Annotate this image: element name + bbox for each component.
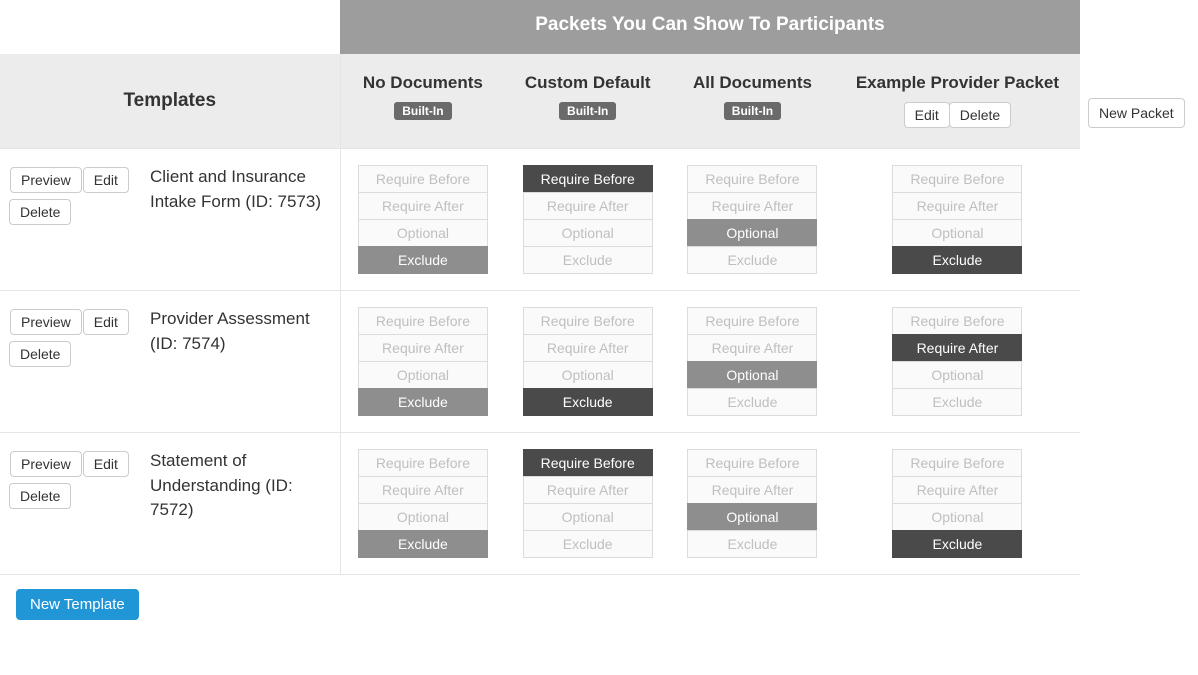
option-require-before[interactable]: Require Before bbox=[523, 307, 653, 335]
option-exclude[interactable]: Exclude bbox=[358, 388, 488, 416]
option-require-before[interactable]: Require Before bbox=[687, 449, 817, 477]
option-require-before[interactable]: Require Before bbox=[687, 307, 817, 335]
option-optional[interactable]: Optional bbox=[687, 503, 817, 531]
template-title: Provider Assessment (ID: 7574) bbox=[140, 291, 340, 433]
template-row: PreviewEdit Delete Client and Insurance In… bbox=[0, 149, 1080, 291]
option-exclude[interactable]: Exclude bbox=[687, 388, 817, 416]
option-require-before[interactable]: Require Before bbox=[523, 449, 653, 477]
packet-header: All Documents Built-In bbox=[670, 54, 835, 149]
template-title: Statement of Understanding (ID: 7572) bbox=[140, 433, 340, 575]
option-exclude[interactable]: Exclude bbox=[523, 388, 653, 416]
template-title: Client and Insurance Intake Form (ID: 75… bbox=[140, 149, 340, 291]
option-require-after[interactable]: Require After bbox=[892, 476, 1022, 504]
packet-header: No Documents Built-In bbox=[340, 54, 505, 149]
packet-title: All Documents bbox=[680, 72, 825, 94]
option-exclude[interactable]: Exclude bbox=[892, 246, 1022, 274]
option-require-before[interactable]: Require Before bbox=[892, 307, 1022, 335]
packet-title: No Documents bbox=[351, 72, 496, 94]
delete-button[interactable]: Delete bbox=[9, 341, 71, 367]
option-optional[interactable]: Optional bbox=[892, 503, 1022, 531]
option-exclude[interactable]: Exclude bbox=[687, 530, 817, 558]
option-require-after[interactable]: Require After bbox=[687, 192, 817, 220]
option-require-before[interactable]: Require Before bbox=[892, 449, 1022, 477]
option-require-after[interactable]: Require After bbox=[523, 192, 653, 220]
builtin-badge: Built-In bbox=[394, 102, 451, 120]
option-exclude[interactable]: Exclude bbox=[523, 530, 653, 558]
builtin-badge: Built-In bbox=[724, 102, 781, 120]
option-require-after[interactable]: Require After bbox=[358, 334, 488, 362]
option-exclude[interactable]: Exclude bbox=[358, 246, 488, 274]
option-require-after[interactable]: Require After bbox=[523, 476, 653, 504]
builtin-badge: Built-In bbox=[559, 102, 616, 120]
option-optional[interactable]: Optional bbox=[523, 219, 653, 247]
option-exclude[interactable]: Exclude bbox=[892, 388, 1022, 416]
option-optional[interactable]: Optional bbox=[687, 361, 817, 389]
option-optional[interactable]: Optional bbox=[358, 219, 488, 247]
option-require-after[interactable]: Require After bbox=[523, 334, 653, 362]
option-require-before[interactable]: Require Before bbox=[687, 165, 817, 193]
packet-delete-button[interactable]: Delete bbox=[949, 102, 1011, 128]
option-require-before[interactable]: Require Before bbox=[892, 165, 1022, 193]
new-template-button[interactable]: New Template bbox=[16, 589, 139, 620]
option-require-after[interactable]: Require After bbox=[358, 192, 488, 220]
option-require-after[interactable]: Require After bbox=[358, 476, 488, 504]
delete-button[interactable]: Delete bbox=[9, 483, 71, 509]
option-exclude[interactable]: Exclude bbox=[892, 530, 1022, 558]
packet-header: Custom Default Built-In bbox=[505, 54, 670, 149]
template-row: PreviewEdit Delete Provider Assessment (ID… bbox=[0, 291, 1080, 433]
option-require-after[interactable]: Require After bbox=[892, 192, 1022, 220]
option-optional[interactable]: Optional bbox=[892, 361, 1022, 389]
option-optional[interactable]: Optional bbox=[523, 503, 653, 531]
option-require-before[interactable]: Require Before bbox=[358, 165, 488, 193]
option-exclude[interactable]: Exclude bbox=[358, 530, 488, 558]
template-row: PreviewEdit Delete Statement of Understand… bbox=[0, 433, 1080, 575]
banner-header: Packets You Can Show To Participants bbox=[340, 0, 1080, 54]
option-optional[interactable]: Optional bbox=[687, 219, 817, 247]
option-require-after[interactable]: Require After bbox=[687, 334, 817, 362]
packet-edit-button[interactable]: Edit bbox=[904, 102, 950, 128]
option-exclude[interactable]: Exclude bbox=[523, 246, 653, 274]
option-require-before[interactable]: Require Before bbox=[358, 449, 488, 477]
preview-button[interactable]: Preview bbox=[10, 309, 82, 335]
option-require-before[interactable]: Require Before bbox=[523, 165, 653, 193]
packets-grid: Packets You Can Show To Participants Tem… bbox=[0, 0, 1080, 634]
option-exclude[interactable]: Exclude bbox=[687, 246, 817, 274]
option-optional[interactable]: Optional bbox=[523, 361, 653, 389]
preview-button[interactable]: Preview bbox=[10, 167, 82, 193]
option-require-after[interactable]: Require After bbox=[687, 476, 817, 504]
edit-button[interactable]: Edit bbox=[83, 451, 129, 477]
packet-title: Example Provider Packet bbox=[845, 72, 1070, 94]
templates-header: Templates bbox=[0, 54, 340, 149]
edit-button[interactable]: Edit bbox=[83, 167, 129, 193]
option-optional[interactable]: Optional bbox=[358, 361, 488, 389]
packet-title: Custom Default bbox=[515, 72, 660, 94]
preview-button[interactable]: Preview bbox=[10, 451, 82, 477]
option-require-after[interactable]: Require After bbox=[892, 334, 1022, 362]
option-optional[interactable]: Optional bbox=[892, 219, 1022, 247]
new-packet-button[interactable]: New Packet bbox=[1088, 98, 1185, 128]
option-require-before[interactable]: Require Before bbox=[358, 307, 488, 335]
option-optional[interactable]: Optional bbox=[358, 503, 488, 531]
delete-button[interactable]: Delete bbox=[9, 199, 71, 225]
packet-header: Example Provider Packet EditDelete bbox=[835, 54, 1080, 149]
edit-button[interactable]: Edit bbox=[83, 309, 129, 335]
